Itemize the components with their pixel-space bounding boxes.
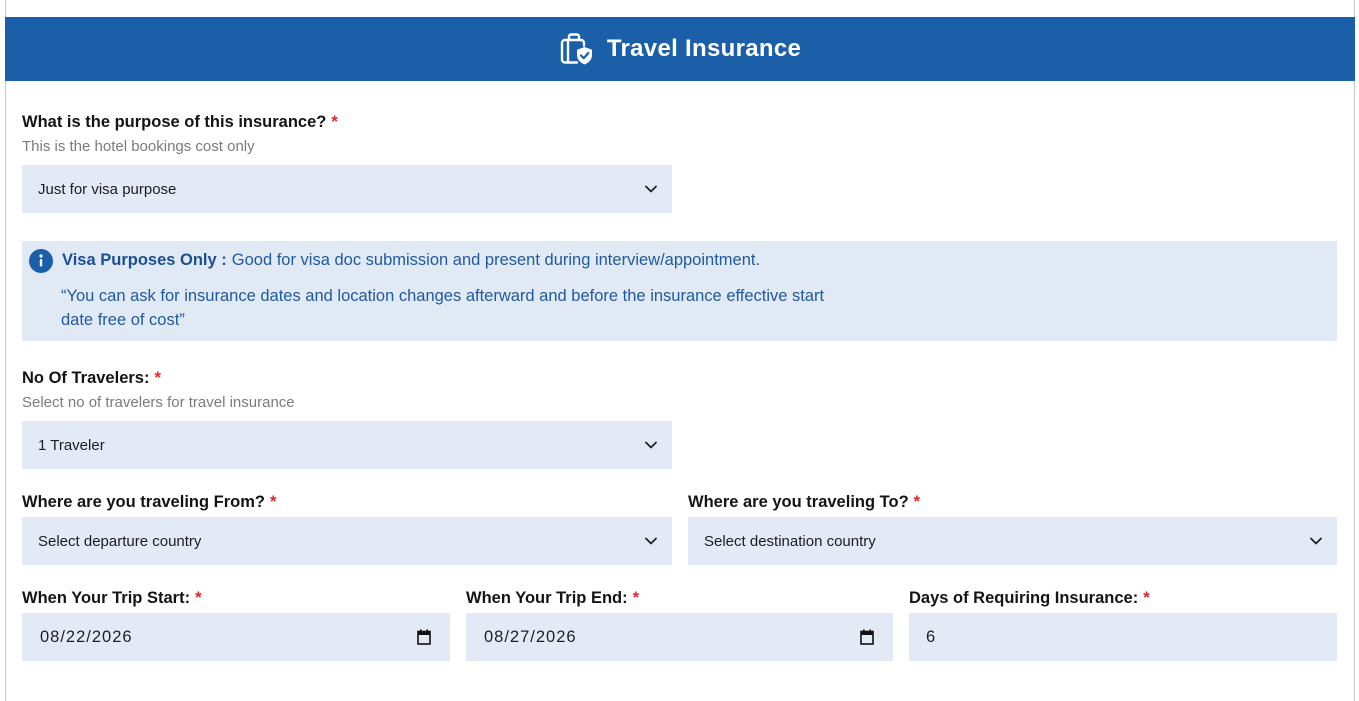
purpose-select-value: Just for visa purpose: [38, 180, 177, 198]
trip-start-field-group: When Your Trip Start: *: [22, 588, 450, 661]
travelers-help-text: Select no of travelers for travel insura…: [22, 394, 295, 411]
required-mark: *: [269, 493, 277, 511]
destination-label-text: Where are you traveling To?: [688, 493, 909, 511]
travelers-label-text: No Of Travelers:: [22, 369, 150, 387]
calendar-icon[interactable]: [417, 629, 431, 645]
travelers-label: No Of Travelers: *: [22, 368, 161, 388]
required-mark: *: [632, 589, 640, 607]
trip-start-label-text: When Your Trip Start:: [22, 589, 191, 607]
destination-field-group: Where are you traveling To? * Select dest…: [688, 492, 1337, 565]
notice-title: Visa Purposes Only :: [62, 251, 227, 269]
days-label-text: Days of Requiring Insurance:: [909, 589, 1139, 607]
required-mark: *: [1143, 589, 1150, 607]
notice-text: Good for visa doc submission and present…: [231, 251, 761, 269]
origin-select-value: Select departure country: [38, 532, 202, 550]
destination-label: Where are you traveling To? *: [688, 492, 920, 512]
trip-start-date-input[interactable]: [22, 613, 450, 661]
origin-field-group: Where are you traveling From? * Select de…: [22, 492, 672, 565]
travelers-select[interactable]: 1 Traveler: [22, 421, 672, 469]
page-title: Travel Insurance: [606, 35, 802, 62]
luggage-shield-icon: [560, 33, 592, 65]
calendar-icon[interactable]: [860, 629, 874, 645]
days-input[interactable]: [909, 613, 1337, 661]
purpose-help-text: This is the hotel bookings cost only: [22, 138, 255, 155]
chevron-down-icon: [645, 185, 657, 193]
trip-end-input-wrap: [466, 613, 893, 661]
trip-start-label: When Your Trip Start: *: [22, 588, 201, 608]
required-mark: *: [195, 589, 202, 607]
destination-select-value: Select destination country: [704, 532, 876, 550]
days-input-wrap: [909, 613, 1337, 661]
required-mark: *: [154, 369, 161, 387]
destination-country-select[interactable]: Select destination country: [688, 517, 1337, 565]
chevron-down-icon: [645, 537, 657, 545]
required-mark: *: [331, 113, 338, 131]
travelers-select-value: 1 Traveler: [38, 436, 105, 454]
notice-line: Visa Purposes Only : Good for visa doc su…: [62, 248, 760, 272]
chevron-down-icon: [645, 441, 657, 449]
travelers-field-group: No Of Travelers: * Select no of travelers…: [22, 368, 672, 469]
form-header: Travel Insurance: [5, 17, 1355, 81]
origin-label: Where are you traveling From? *: [22, 492, 276, 512]
purpose-field-group: What is the purpose of this insurance? * …: [22, 112, 672, 213]
visa-notice-box: Visa Purposes Only : Good for visa doc su…: [22, 241, 1337, 341]
info-icon: [29, 249, 53, 273]
origin-country-select[interactable]: Select departure country: [22, 517, 672, 565]
trip-end-label-text: When Your Trip End:: [466, 589, 628, 607]
purpose-label-text: What is the purpose of this insurance?: [22, 113, 327, 131]
notice-quote: “You can ask for insurance dates and loc…: [61, 287, 825, 329]
purpose-label: What is the purpose of this insurance? *: [22, 112, 338, 132]
chevron-down-icon: [1310, 537, 1322, 545]
trip-end-label: When Your Trip End: *: [466, 588, 639, 608]
origin-label-text: Where are you traveling From?: [22, 493, 265, 511]
purpose-select[interactable]: Just for visa purpose: [22, 165, 672, 213]
days-field-group: Days of Requiring Insurance: *: [909, 588, 1337, 661]
days-label: Days of Requiring Insurance: *: [909, 588, 1150, 608]
trip-end-field-group: When Your Trip End: *: [466, 588, 893, 661]
trip-end-date-input[interactable]: [466, 613, 893, 661]
trip-start-input-wrap: [22, 613, 450, 661]
required-mark: *: [913, 493, 921, 511]
